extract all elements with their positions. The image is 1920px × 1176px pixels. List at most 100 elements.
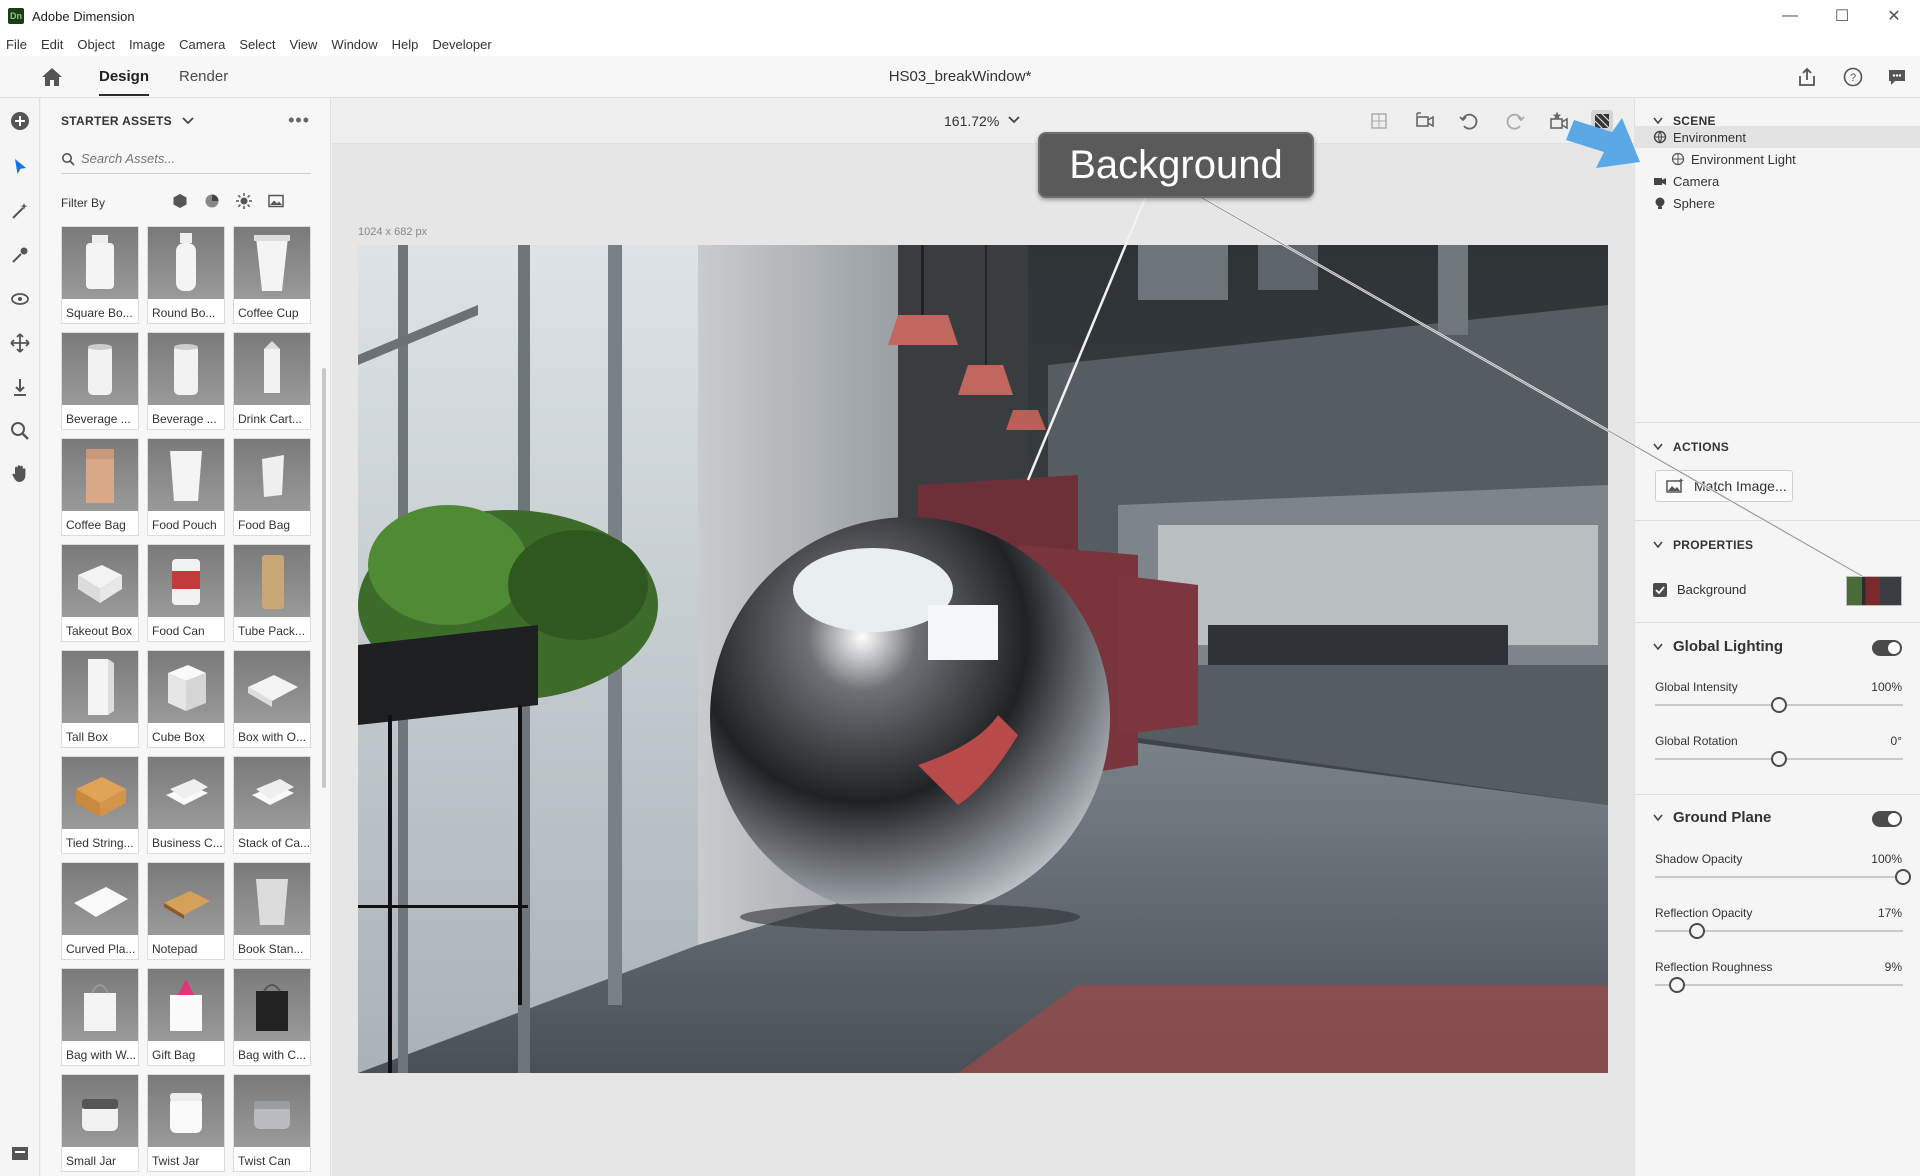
- slider-value[interactable]: 17%: [1878, 906, 1902, 920]
- global-lighting-toggle[interactable]: [1872, 640, 1902, 656]
- asset-tile[interactable]: Food Bag: [233, 438, 311, 536]
- zoom-chevron-down-icon[interactable]: [1008, 115, 1020, 125]
- filter-images-icon[interactable]: [267, 192, 285, 210]
- slider-thumb[interactable]: [1895, 869, 1911, 885]
- asset-tile[interactable]: Coffee Cup: [233, 226, 311, 324]
- slider-track[interactable]: [1655, 869, 1911, 885]
- asset-tile[interactable]: Takeout Box: [61, 544, 139, 642]
- ground-plane-header[interactable]: Ground Plane: [1653, 809, 1771, 826]
- move-icon[interactable]: [9, 332, 31, 354]
- menu-developer[interactable]: Developer: [432, 37, 491, 52]
- asset-tile[interactable]: Bag with W...: [61, 968, 139, 1066]
- asset-tile[interactable]: Round Bo...: [147, 226, 225, 324]
- match-image-button[interactable]: Match Image...: [1655, 470, 1793, 502]
- asset-tile[interactable]: Twist Can: [233, 1074, 311, 1172]
- asset-tile[interactable]: Tube Pack...: [233, 544, 311, 642]
- menu-view[interactable]: View: [289, 37, 317, 52]
- asset-tile[interactable]: Tied String...: [61, 756, 139, 854]
- asset-tile[interactable]: Gift Bag: [147, 968, 225, 1066]
- menu-edit[interactable]: Edit: [41, 37, 63, 52]
- slider-value[interactable]: 100%: [1871, 852, 1902, 866]
- menu-file[interactable]: File: [6, 37, 27, 52]
- background-checkbox-row[interactable]: Background: [1653, 582, 1746, 597]
- slider-track[interactable]: [1655, 923, 1903, 939]
- menu-help[interactable]: Help: [392, 37, 419, 52]
- menu-window[interactable]: Window: [331, 37, 377, 52]
- drop-to-ground-icon[interactable]: [9, 376, 31, 398]
- hand-icon[interactable]: [9, 462, 31, 484]
- zoom-level[interactable]: 161.72%: [944, 113, 999, 129]
- asset-tile[interactable]: Business C...: [147, 756, 225, 854]
- share-icon[interactable]: [1796, 66, 1818, 88]
- actions-section-header[interactable]: ACTIONS: [1653, 440, 1729, 454]
- assets-scrollbar[interactable]: [322, 368, 326, 788]
- properties-section-header[interactable]: PROPERTIES: [1653, 538, 1753, 552]
- filter-lights-icon[interactable]: [235, 192, 253, 210]
- feedback-icon[interactable]: [1886, 66, 1908, 88]
- asset-tile[interactable]: Tall Box: [61, 650, 139, 748]
- assets-heading[interactable]: STARTER ASSETS: [61, 114, 194, 128]
- asset-tile[interactable]: Food Pouch: [147, 438, 225, 536]
- asset-tile[interactable]: Stack of Ca...: [233, 756, 311, 854]
- filter-materials-icon[interactable]: [203, 192, 221, 210]
- undo-camera-icon[interactable]: [1458, 110, 1480, 132]
- scene-item[interactable]: Environment: [1635, 126, 1920, 148]
- filter-models-icon[interactable]: [171, 192, 189, 210]
- slider-thumb[interactable]: [1669, 977, 1686, 993]
- slider-track[interactable]: [1655, 751, 1903, 767]
- eyedropper-icon[interactable]: [9, 244, 31, 266]
- maximize-button[interactable]: ☐: [1816, 0, 1868, 32]
- asset-tile[interactable]: Twist Jar: [147, 1074, 225, 1172]
- slider-thumb[interactable]: [1771, 751, 1787, 767]
- asset-tile[interactable]: Food Can: [147, 544, 225, 642]
- close-button[interactable]: ✕: [1868, 0, 1920, 32]
- render-preview-icon[interactable]: [1591, 110, 1613, 132]
- select-tool-icon[interactable]: [9, 156, 31, 178]
- background-checkbox[interactable]: [1653, 582, 1667, 597]
- slider-thumb[interactable]: [1689, 923, 1706, 939]
- asset-tile[interactable]: Square Bo...: [61, 226, 139, 324]
- slider-value[interactable]: 0°: [1891, 734, 1902, 748]
- scene-item[interactable]: Camera: [1635, 170, 1920, 192]
- scene-item[interactable]: Environment Light: [1635, 148, 1920, 170]
- tab-render[interactable]: Render: [179, 68, 228, 85]
- redo-camera-icon[interactable]: [1504, 110, 1526, 132]
- asset-tile[interactable]: Bag with C...: [233, 968, 311, 1066]
- search-assets-input[interactable]: [81, 151, 291, 166]
- asset-tile[interactable]: Coffee Bag: [61, 438, 139, 536]
- menu-select[interactable]: Select: [239, 37, 275, 52]
- menu-camera[interactable]: Camera: [179, 37, 225, 52]
- ground-plane-toggle[interactable]: [1872, 811, 1902, 827]
- asset-tile[interactable]: Curved Pla...: [61, 862, 139, 960]
- asset-tile[interactable]: Notepad: [147, 862, 225, 960]
- asset-tile[interactable]: Drink Cart...: [233, 332, 311, 430]
- slider-value[interactable]: 9%: [1885, 960, 1902, 974]
- asset-tile[interactable]: Book Stan...: [233, 862, 311, 960]
- asset-tile[interactable]: Beverage ...: [61, 332, 139, 430]
- frame-icon[interactable]: [1368, 110, 1390, 132]
- global-lighting-header[interactable]: Global Lighting: [1653, 638, 1783, 655]
- add-icon[interactable]: [9, 110, 31, 132]
- slider-thumb[interactable]: [1771, 697, 1787, 713]
- scene-viewport[interactable]: [358, 245, 1608, 1073]
- asset-tile[interactable]: Small Jar: [61, 1074, 139, 1172]
- bookmark-camera-icon[interactable]: [1548, 110, 1570, 132]
- background-image-thumbnail[interactable]: [1846, 576, 1902, 606]
- tab-design[interactable]: Design: [99, 68, 150, 96]
- home-icon[interactable]: [40, 66, 64, 88]
- asset-panel-toggle-icon[interactable]: [9, 1142, 31, 1164]
- orbit-icon[interactable]: [9, 288, 31, 310]
- slider-track[interactable]: [1655, 697, 1903, 713]
- asset-tile[interactable]: Cube Box: [147, 650, 225, 748]
- minimize-button[interactable]: —: [1764, 0, 1816, 32]
- menu-image[interactable]: Image: [129, 37, 165, 52]
- zoom-icon[interactable]: [9, 420, 31, 442]
- menu-object[interactable]: Object: [77, 37, 115, 52]
- asset-tile[interactable]: Box with O...: [233, 650, 311, 748]
- help-icon[interactable]: ?: [1842, 66, 1864, 88]
- camera-frame-icon[interactable]: [1414, 110, 1436, 132]
- magic-wand-icon[interactable]: [9, 200, 31, 222]
- more-options-icon[interactable]: •••: [288, 110, 310, 131]
- asset-tile[interactable]: Beverage ...: [147, 332, 225, 430]
- scene-item[interactable]: Sphere: [1635, 192, 1920, 214]
